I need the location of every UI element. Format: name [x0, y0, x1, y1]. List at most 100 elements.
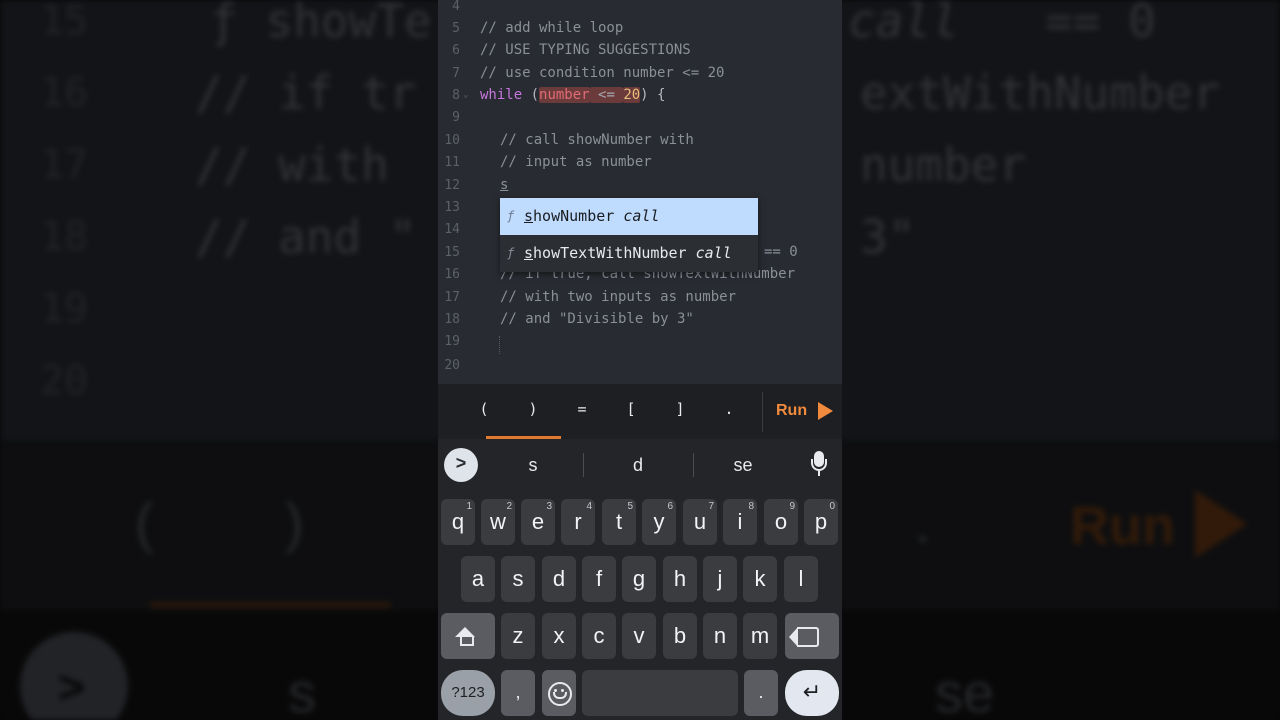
- line-number: 11: [444, 155, 460, 170]
- soft-keyboard: > s d se q1 w2 e3 r4 t5 y6 u7 i8 o9 p0 a…: [438, 439, 842, 720]
- line-text: // with two inputs as number: [500, 289, 737, 305]
- key-g[interactable]: g: [622, 556, 656, 602]
- key-c[interactable]: c: [582, 613, 616, 659]
- key-f[interactable]: f: [582, 556, 616, 602]
- backspace-key[interactable]: ✕: [785, 613, 839, 659]
- key-label: m: [750, 623, 770, 648]
- key-u[interactable]: u7: [683, 499, 717, 545]
- mic-stem: [818, 471, 820, 476]
- microphone-icon[interactable]: [810, 451, 828, 479]
- insert-close-bracket-button[interactable]: ]: [668, 400, 692, 418]
- key-p[interactable]: p0: [804, 499, 838, 545]
- key-label: d: [552, 566, 566, 591]
- key-l[interactable]: l: [784, 556, 818, 602]
- line-number: 6: [452, 43, 460, 58]
- emoji-key[interactable]: [542, 670, 576, 716]
- symbols-key[interactable]: ?123: [441, 670, 495, 716]
- suggestion-strip: > s d se: [438, 439, 842, 491]
- line-number: 13: [444, 200, 460, 215]
- key-e[interactable]: e3: [521, 499, 555, 545]
- key-alt-digit: 5: [627, 501, 633, 512]
- insert-open-paren-button[interactable]: (: [472, 400, 496, 418]
- suggestion-divider: [583, 453, 584, 477]
- suggestion-shownumber[interactable]: ƒ showNumber call: [500, 198, 758, 235]
- key-a[interactable]: a: [461, 556, 495, 602]
- suggestion-showtextwithnumber[interactable]: ƒ showTextWithNumber call: [500, 235, 758, 272]
- key-h[interactable]: h: [663, 556, 697, 602]
- key-t[interactable]: t5: [602, 499, 636, 545]
- enter-arrow-icon: ↵: [802, 679, 822, 704]
- key-d[interactable]: d: [542, 556, 576, 602]
- key-m[interactable]: m: [743, 613, 777, 659]
- code-line: 18 // and "Divisible by 3": [438, 309, 842, 331]
- key-r[interactable]: r4: [561, 499, 595, 545]
- key-label: q: [451, 509, 465, 534]
- backspace-x: ✕: [801, 626, 815, 643]
- fold-chevron-icon[interactable]: ⌄: [463, 90, 468, 100]
- expand-toolbar-button[interactable]: >: [444, 448, 478, 482]
- key-label: i: [737, 509, 743, 534]
- key-w[interactable]: w2: [481, 499, 515, 545]
- insert-open-bracket-button[interactable]: [: [619, 400, 643, 418]
- code-editor[interactable]: 4 5 // add while loop 6 // USE TYPING SU…: [438, 0, 842, 384]
- key-x[interactable]: x: [542, 613, 576, 659]
- key-label: s: [512, 566, 524, 591]
- insert-dot-button[interactable]: .: [717, 400, 741, 418]
- line-text: // call showNumber with: [500, 132, 694, 148]
- shift-stem: [460, 637, 474, 646]
- close-paren-brace: ) {: [640, 87, 666, 103]
- key-label: v: [633, 623, 645, 648]
- word-suggestion[interactable]: s: [483, 455, 583, 476]
- enter-key[interactable]: ↵: [785, 670, 839, 716]
- comma-key[interactable]: ,: [501, 670, 535, 716]
- key-j[interactable]: j: [703, 556, 737, 602]
- variable-number: number: [539, 87, 590, 103]
- key-n[interactable]: n: [703, 613, 737, 659]
- key-alt-digit: 4: [586, 501, 592, 512]
- key-label: l: [798, 566, 804, 591]
- key-s[interactable]: s: [501, 556, 535, 602]
- line-number: 19: [444, 334, 460, 349]
- key-label: x: [553, 623, 565, 648]
- key-b[interactable]: b: [663, 613, 697, 659]
- line-number: 4: [452, 0, 460, 14]
- key-label: y: [653, 509, 665, 534]
- insert-equals-button[interactable]: =: [570, 400, 594, 418]
- key-alt-digit: 3: [546, 501, 552, 512]
- keyword-while: while: [480, 87, 523, 103]
- function-icon: ƒ: [507, 246, 515, 260]
- key-k[interactable]: k: [743, 556, 777, 602]
- background-dim-right: [842, 0, 1280, 720]
- suggestion-name: howTextWithNumber: [533, 244, 696, 262]
- key-label: j: [717, 566, 723, 591]
- key-label: u: [693, 509, 707, 534]
- mic-arc: [811, 459, 827, 471]
- line-number: 10: [444, 133, 460, 148]
- run-label: Run: [776, 402, 808, 419]
- symbol-toolbar: ( ) = [ ] . Run: [438, 384, 842, 439]
- word-suggestion[interactable]: se: [693, 455, 793, 476]
- code-line: 9: [438, 107, 842, 129]
- run-button[interactable]: Run: [770, 398, 836, 424]
- key-v[interactable]: v: [622, 613, 656, 659]
- key-y[interactable]: y6: [642, 499, 676, 545]
- code-line: 19: [438, 331, 842, 353]
- space-bar[interactable]: [582, 670, 738, 716]
- suggestion-label: showNumber call: [524, 207, 659, 225]
- key-label: n: [713, 623, 727, 648]
- word-suggestion[interactable]: d: [588, 455, 688, 476]
- literal-20: 20: [623, 87, 641, 103]
- open-paren: (: [522, 87, 540, 103]
- line-text: // add while loop: [480, 20, 624, 36]
- key-z[interactable]: z: [501, 613, 535, 659]
- shift-key[interactable]: [441, 613, 495, 659]
- line-text: // use condition number <= 20: [480, 65, 725, 81]
- key-label: h: [673, 566, 687, 591]
- line-number: 18: [444, 312, 460, 327]
- key-q[interactable]: q1: [441, 499, 475, 545]
- period-key[interactable]: .: [744, 670, 778, 716]
- insert-close-paren-button[interactable]: ): [521, 400, 545, 418]
- key-i[interactable]: i8: [723, 499, 757, 545]
- key-o[interactable]: o9: [764, 499, 798, 545]
- key-alt-digit: 8: [748, 501, 754, 512]
